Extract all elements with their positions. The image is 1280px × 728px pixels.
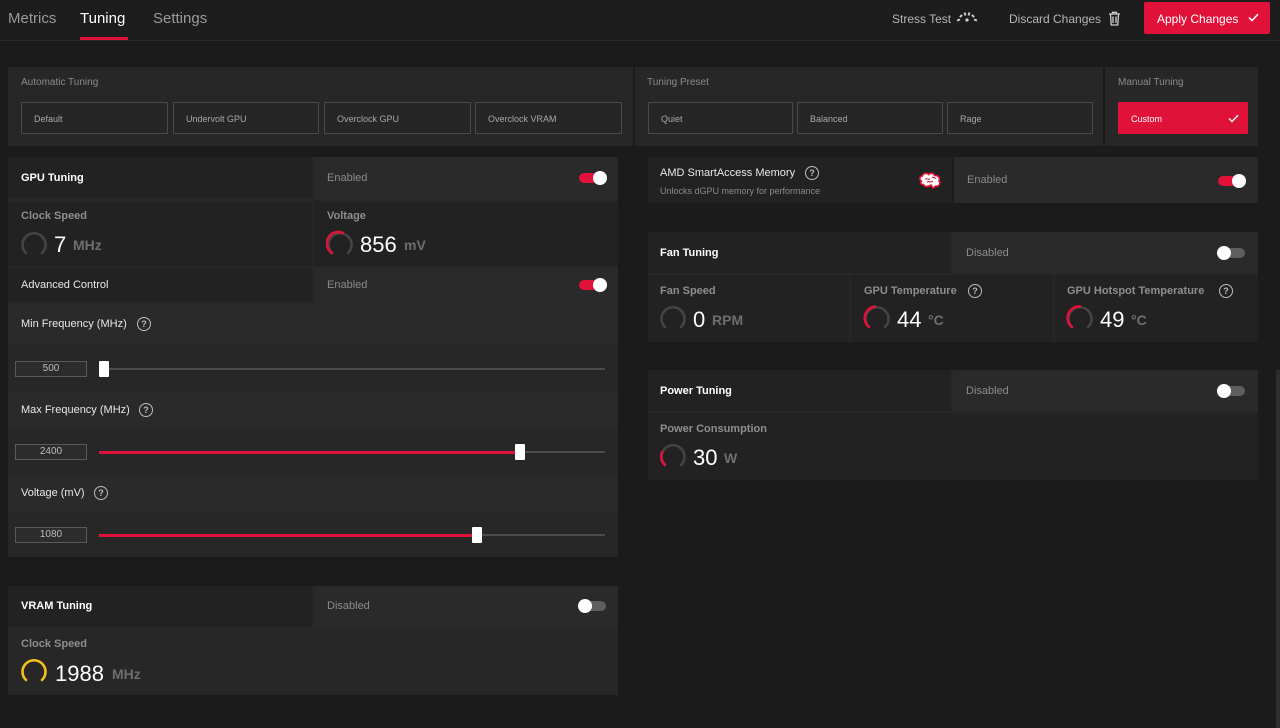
manual-tuning-label: Manual Tuning — [1118, 77, 1184, 88]
smart-access-cell — [648, 157, 952, 203]
vram-clock-gauge — [21, 658, 47, 682]
tab-settings[interactable]: Settings — [153, 10, 207, 27]
gpu-temperature-help-icon[interactable]: ? — [968, 284, 982, 298]
preset-custom-label: Custom — [1131, 114, 1163, 124]
voltage-gauge — [326, 230, 353, 255]
gpu-temperature-gauge — [863, 305, 890, 329]
min-frequency-slider[interactable] — [99, 361, 605, 377]
advanced-control-toggle[interactable] — [579, 278, 607, 292]
hotspot-temperature-unit: °C — [1131, 312, 1147, 328]
max-frequency-slider[interactable] — [99, 444, 605, 460]
clock-speed-value: 7 — [54, 232, 67, 257]
voltage-label: Voltage — [327, 210, 366, 222]
preset-overclock-vram-button[interactable]: Overclock VRAM — [475, 102, 622, 134]
preset-balanced-button[interactable]: Balanced — [797, 102, 943, 134]
divider — [1103, 67, 1105, 146]
power-consumption-gauge — [659, 443, 686, 467]
fan-speed-value: 0 — [693, 307, 706, 332]
power-consumption-unit: W — [724, 450, 738, 466]
power-consumption-label: Power Consumption — [660, 423, 767, 435]
hotspot-temperature-value: 49 — [1100, 307, 1125, 332]
min-frequency-slider-thumb[interactable] — [99, 361, 109, 377]
advanced-control-status: Enabled — [327, 279, 368, 291]
preset-custom-button[interactable]: Custom — [1118, 102, 1248, 134]
top-navigation-bar: Metrics Tuning Settings Stress Test Disc… — [0, 0, 1280, 41]
voltage-help-icon[interactable]: ? — [94, 486, 108, 500]
fan-speed-label: Fan Speed — [660, 285, 716, 297]
voltage-slider-thumb[interactable] — [472, 527, 482, 543]
automatic-tuning-label: Automatic Tuning — [21, 77, 99, 88]
scrollbar[interactable] — [1276, 370, 1280, 728]
speedometer-icon[interactable] — [956, 11, 978, 23]
preset-overclock-gpu-button[interactable]: Overclock GPU — [324, 102, 471, 134]
fan-tuning-toggle[interactable] — [1217, 246, 1245, 260]
max-frequency-label: Max Frequency (MHz) — [21, 404, 130, 416]
voltage-slider[interactable] — [99, 527, 605, 543]
gpu-temperature-unit: °C — [928, 312, 944, 328]
tab-tuning[interactable]: Tuning — [80, 10, 125, 27]
stress-test-button[interactable]: Stress Test — [892, 12, 951, 26]
smart-access-title: AMD SmartAccess Memory — [660, 167, 796, 179]
checkmark-icon — [1248, 13, 1259, 22]
preset-undervolt-gpu-button[interactable]: Undervolt GPU — [173, 102, 319, 134]
gpu-temperature-label: GPU Temperature — [864, 285, 957, 297]
smart-access-subtitle: Unlocks dGPU memory for performance — [660, 186, 821, 196]
power-tuning-title: Power Tuning — [660, 385, 732, 397]
vram-tuning-status: Disabled — [327, 600, 370, 612]
vram-clock-speed-value: 1988 — [55, 661, 104, 686]
apply-changes-button[interactable]: Apply Changes — [1144, 2, 1270, 34]
gpu-tuning-status: Enabled — [327, 172, 368, 184]
apply-changes-label: Apply Changes — [1157, 12, 1239, 26]
voltage-value: 856 — [360, 232, 397, 257]
min-frequency-help-icon[interactable]: ? — [137, 317, 151, 331]
min-frequency-label: Min Frequency (MHz) — [21, 318, 127, 330]
checkmark-icon — [1228, 114, 1239, 123]
max-frequency-slider-thumb[interactable] — [515, 444, 525, 460]
preset-default-button[interactable]: Default — [21, 102, 168, 134]
tuning-preset-label: Tuning Preset — [647, 77, 709, 88]
max-frequency-slider-fill — [99, 450, 515, 454]
clock-speed-unit: MHz — [73, 237, 102, 253]
gpu-tuning-title: GPU Tuning — [21, 172, 84, 184]
clock-speed-label: Clock Speed — [21, 210, 88, 222]
power-tuning-toggle[interactable] — [1217, 384, 1245, 398]
brain-icon — [919, 172, 941, 190]
fan-speed-gauge — [660, 305, 686, 329]
preset-quiet-button[interactable]: Quiet — [648, 102, 793, 134]
vram-clock-speed-label: Clock Speed — [21, 638, 88, 650]
hotspot-temperature-gauge — [1066, 305, 1093, 329]
hotspot-temperature-help-icon[interactable]: ? — [1219, 284, 1233, 298]
voltage-slider-fill — [99, 533, 472, 537]
advanced-control-label: Advanced Control — [21, 279, 109, 291]
gpu-tuning-toggle[interactable] — [579, 171, 607, 185]
hotspot-temperature-label: GPU Hotspot Temperature — [1067, 285, 1205, 297]
clock-speed-gauge — [21, 231, 47, 255]
smart-access-status: Enabled — [967, 174, 1008, 186]
vram-tuning-title: VRAM Tuning — [21, 600, 93, 612]
voltage-input[interactable]: 1080 — [15, 527, 87, 543]
vram-tuning-toggle[interactable] — [578, 599, 606, 613]
trash-icon[interactable] — [1108, 11, 1121, 26]
discard-changes-button[interactable]: Discard Changes — [1009, 12, 1101, 26]
min-frequency-input[interactable]: 500 — [15, 361, 87, 377]
max-frequency-input[interactable]: 2400 — [15, 444, 87, 460]
smart-access-toggle[interactable] — [1218, 174, 1246, 188]
power-tuning-status: Disabled — [966, 385, 1009, 397]
active-tab-indicator — [80, 37, 128, 40]
gpu-temperature-value: 44 — [897, 307, 922, 332]
power-consumption-value: 30 — [693, 445, 718, 470]
voltage-unit: mV — [404, 237, 426, 253]
divider — [633, 67, 635, 146]
vram-clock-speed-unit: MHz — [112, 666, 141, 682]
voltage-slider-label: Voltage (mV) — [21, 487, 85, 499]
fan-speed-unit: RPM — [712, 312, 744, 328]
fan-tuning-status: Disabled — [966, 247, 1009, 259]
max-frequency-help-icon[interactable]: ? — [139, 403, 153, 417]
fan-tuning-title: Fan Tuning — [660, 247, 719, 259]
smart-access-help-icon[interactable]: ? — [805, 166, 819, 180]
tab-metrics[interactable]: Metrics — [8, 10, 56, 27]
preset-rage-button[interactable]: Rage — [947, 102, 1093, 134]
